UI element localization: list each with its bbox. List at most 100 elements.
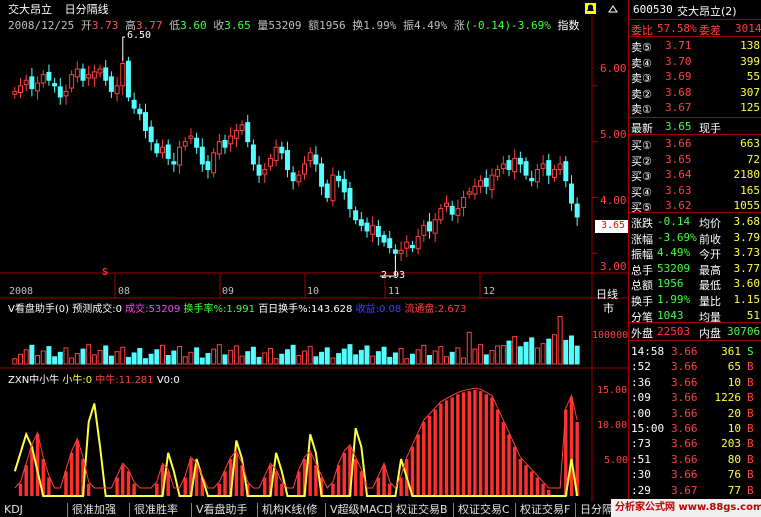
tab-5[interactable]: V超级MACD — [326, 503, 392, 517]
buy-level-row: 买① 3.66 663 — [631, 137, 760, 151]
stat-row: 涨跌 -0.14 均价 3.68 — [631, 215, 760, 229]
volume-bar — [188, 351, 194, 365]
tick-row: 14:58 3.66 361 S — [631, 345, 754, 358]
volume-bar — [404, 358, 410, 365]
candle-body — [461, 196, 467, 208]
volume-bar — [222, 354, 228, 365]
stat-row: 分笔 1043 均量 51 — [631, 308, 760, 323]
tab-7[interactable]: 权证交易C — [454, 503, 516, 517]
volume-bar — [523, 341, 529, 365]
volume-bar — [205, 353, 211, 365]
candle-body — [568, 183, 574, 204]
volume-bars — [12, 316, 580, 365]
sell-signal-marker: S — [102, 267, 109, 278]
candle-body — [256, 164, 262, 176]
volume-bar — [211, 348, 217, 365]
candle-body — [512, 157, 518, 173]
tab-0[interactable]: KDJ — [0, 503, 68, 517]
candle-body — [154, 143, 160, 154]
price-axis-label: 4.00 — [600, 194, 627, 207]
volume-bar — [262, 352, 268, 365]
candle-body — [131, 99, 137, 109]
volume-bar — [40, 350, 46, 365]
candle-body — [404, 241, 410, 249]
volume-bar — [324, 347, 330, 365]
candle-body — [466, 191, 472, 195]
price-axis-label: 5.00 — [600, 128, 627, 141]
stat-row: 涨幅 -3.69% 前收 3.79 — [631, 230, 760, 245]
candle-body — [381, 234, 387, 243]
site-watermark: 分析家公式网 www.88gs.com — [611, 499, 761, 517]
bell-icon[interactable] — [585, 3, 596, 14]
candle-body — [29, 76, 35, 90]
tick-row: :30 3.66 76 B — [631, 468, 754, 482]
tab-1[interactable]: 很准加强 — [68, 503, 130, 517]
volume-bar — [409, 353, 415, 365]
tick-row: :29 3.67 77 B — [631, 483, 754, 497]
tab-4[interactable]: 机构K线(修 — [258, 503, 326, 517]
candle-body — [103, 67, 109, 81]
tab-3[interactable]: V看盘助手 — [192, 503, 258, 517]
volume-bar — [517, 346, 523, 365]
volume-bar — [46, 346, 52, 365]
volume-bar — [131, 352, 137, 365]
candle-body — [233, 129, 239, 139]
sell-level-row: 卖① 3.67 125 — [631, 101, 760, 116]
stat-row: 换手 1.99% 量比 1.15 — [631, 293, 760, 307]
tab-8[interactable]: 权证交易F — [516, 503, 576, 517]
tick-row: 15:00 3.66 10 B — [631, 422, 754, 435]
latest-row: 最新 3.65 现手 — [631, 120, 721, 134]
candle-body — [250, 144, 256, 165]
candle-body — [455, 208, 461, 216]
volume-bar — [80, 348, 86, 365]
candle-body — [137, 108, 143, 115]
candle-body — [211, 152, 217, 174]
tab-2[interactable]: 很准胜率 — [130, 503, 192, 517]
tick-row: :52 3.66 65 B — [631, 360, 754, 374]
volume-bar — [500, 345, 506, 365]
volume-bar — [461, 357, 467, 365]
volume-bar — [506, 340, 512, 365]
volume-bar — [114, 351, 120, 365]
candle-body — [86, 74, 92, 79]
volume-bar — [313, 356, 319, 365]
tab-6[interactable]: 权证交易B — [392, 503, 454, 517]
volume-bar — [239, 355, 245, 365]
volume-bar — [182, 356, 188, 365]
candle-body — [438, 208, 444, 221]
candle-body — [97, 68, 103, 74]
volume-bar — [35, 355, 41, 365]
volume-bar — [534, 347, 540, 365]
candle-body — [273, 146, 279, 162]
candle-body — [114, 85, 120, 95]
webi-row: 委比 57.58% 委差 3014 — [631, 22, 761, 36]
volume-bar — [250, 346, 256, 365]
tick-row: :73 3.66 203 B — [631, 437, 754, 451]
volume-bar — [546, 338, 552, 365]
candle-body — [108, 76, 114, 92]
candle-body — [478, 180, 484, 187]
volume-bar — [97, 349, 103, 365]
low-annotation: 2.93 — [381, 270, 406, 281]
volume-bar — [551, 334, 557, 365]
volume-bar — [370, 355, 376, 365]
volume-axis-label: 100000 — [592, 330, 629, 341]
candle-body — [23, 79, 29, 86]
chart-area[interactable]: 交大昂立 日分隔线 2008/12/25 开3.73 高3.77 低3.60 收… — [0, 0, 628, 502]
volume-bar — [120, 346, 126, 365]
candle-body — [262, 169, 268, 175]
volume-bar — [421, 344, 427, 365]
current-price-tag: 3.65 — [601, 220, 626, 231]
candle-body — [358, 219, 364, 226]
date-label: 12 — [483, 286, 496, 297]
up-arrow-icon[interactable] — [608, 5, 618, 13]
candle-body — [330, 174, 336, 202]
candle-body — [483, 177, 489, 187]
candle-body — [142, 112, 148, 131]
volume-bar — [12, 358, 18, 365]
candle-body — [148, 126, 154, 143]
candle-body — [296, 174, 302, 183]
volume-bar — [358, 349, 364, 365]
chart-svg — [0, 3, 628, 502]
candle-body — [18, 85, 24, 94]
